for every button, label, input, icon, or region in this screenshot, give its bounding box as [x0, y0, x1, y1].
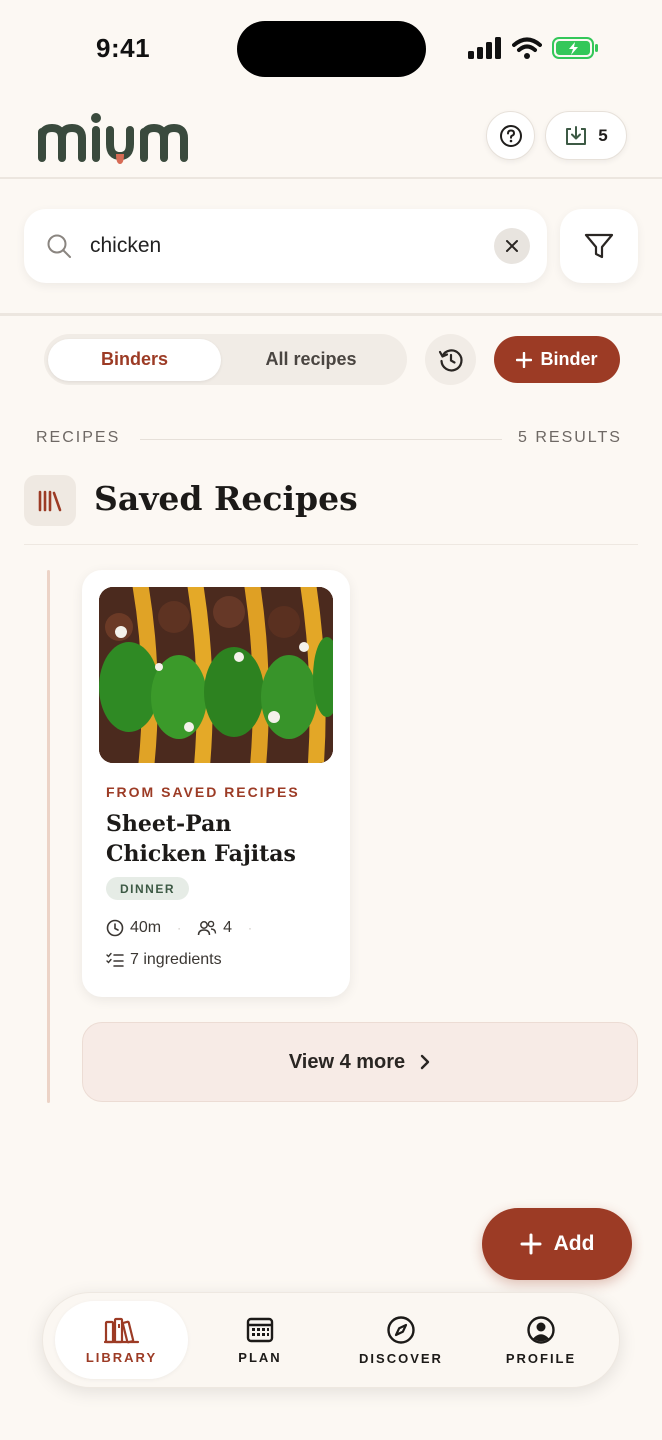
chevron-right-icon [420, 1054, 430, 1070]
library-icon [38, 490, 62, 511]
nav-library[interactable]: LIBRARY [55, 1301, 188, 1379]
nav-profile[interactable]: PROFILE [479, 1301, 603, 1379]
binder-divider [24, 544, 638, 545]
add-binder-button[interactable]: Binder [494, 336, 620, 383]
nav-profile-label: PROFILE [505, 1350, 577, 1366]
recipe-ingredients-row: 7 ingredients [106, 951, 222, 969]
servings-icon [197, 920, 217, 936]
history-icon [438, 348, 463, 371]
recipe-tag: DINNER [106, 877, 190, 900]
filter-icon [584, 233, 614, 259]
view-more-label: View 4 more [288, 1050, 406, 1073]
section-line [140, 439, 502, 440]
mium-logo [38, 113, 188, 164]
help-icon [499, 124, 522, 147]
dynamic-island [237, 21, 426, 77]
meta-separator: · [177, 921, 182, 935]
library-icon [103, 1317, 139, 1343]
tab-all-recipes[interactable]: All recipes [221, 339, 401, 381]
wifi-icon [512, 37, 542, 59]
view-more-button[interactable]: View 4 more [82, 1022, 638, 1102]
history-button[interactable] [425, 334, 476, 385]
filter-button[interactable] [560, 209, 638, 283]
battery-icon [552, 37, 598, 59]
add-binder-label: Binder [540, 349, 598, 369]
signal-icon [468, 37, 501, 59]
close-icon [506, 240, 518, 252]
header-divider [0, 177, 662, 179]
status-icons [468, 36, 600, 60]
recipe-ingredients: 7 ingredients [130, 951, 222, 968]
download-tray-icon [566, 125, 587, 145]
add-fab-button[interactable]: Add [482, 1208, 632, 1280]
binder-icon-tile [24, 475, 76, 526]
results-count: 5 RESULTS [518, 429, 622, 446]
search-input[interactable] [90, 234, 460, 258]
nav-discover-label: DISCOVER [359, 1350, 443, 1366]
recipe-time: 40m [130, 919, 162, 936]
meta-separator: · [248, 921, 253, 935]
compass-icon [387, 1315, 415, 1344]
plus-icon [516, 351, 533, 368]
nav-plan-label: PLAN [238, 1349, 282, 1365]
recipe-title: Sheet-Pan Chicken Fajitas [106, 811, 296, 867]
calendar-icon [246, 1317, 274, 1342]
imports-count: 5 [598, 125, 608, 145]
view-toggle: Binders All recipes [44, 334, 407, 385]
tab-binders[interactable]: Binders [48, 338, 221, 381]
bottom-nav: LIBRARY PLAN DISCOVER PROFILE [42, 1292, 620, 1388]
recipe-meta-row: 40m · 4 · [106, 919, 262, 937]
checklist-icon [106, 952, 124, 967]
recipe-servings: 4 [223, 919, 233, 936]
recipe-photo [99, 587, 333, 763]
nav-plan[interactable]: PLAN [198, 1301, 322, 1379]
search-box[interactable] [24, 209, 547, 283]
profile-icon [527, 1315, 555, 1344]
clock-icon [106, 919, 124, 937]
help-button[interactable] [486, 111, 535, 160]
plus-icon [520, 1233, 542, 1255]
binder-rail [47, 570, 50, 1103]
search-divider [0, 313, 662, 316]
imports-button[interactable]: 5 [545, 111, 627, 160]
recipe-card[interactable]: FROM SAVED RECIPES Sheet-Pan Chicken Faj… [82, 570, 350, 997]
status-time: 9:41 [96, 33, 151, 63]
search-icon [47, 234, 71, 258]
add-fab-label: Add [553, 1232, 595, 1255]
section-label: RECIPES [36, 429, 121, 446]
recipe-source: FROM SAVED RECIPES [106, 784, 300, 800]
nav-library-label: LIBRARY [85, 1349, 158, 1365]
clear-search-button[interactable] [494, 228, 530, 264]
nav-discover[interactable]: DISCOVER [339, 1301, 463, 1379]
binder-title[interactable]: Saved Recipes [94, 479, 358, 518]
